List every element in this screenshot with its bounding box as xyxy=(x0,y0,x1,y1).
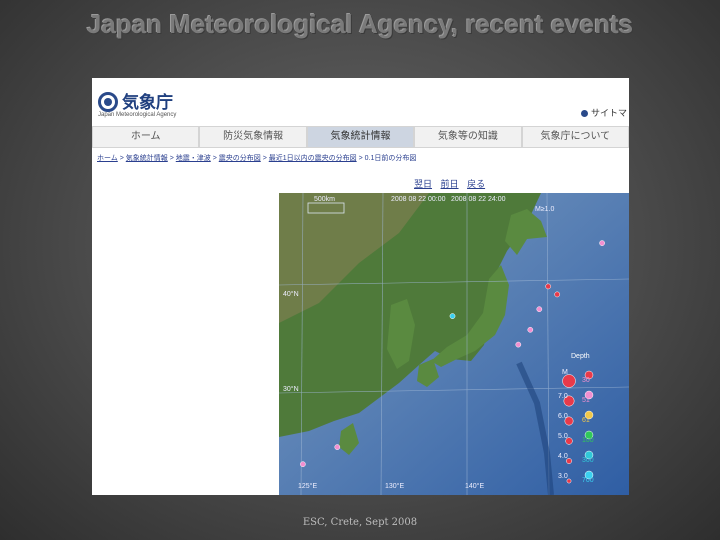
breadcrumb-item[interactable]: 最近1日以内の震央の分布図 xyxy=(269,155,357,162)
nav-tab-disaster-info[interactable]: 防災気象情報 xyxy=(199,126,307,148)
breadcrumb-current: 0.1日前の分布図 xyxy=(364,155,417,162)
main-nav: ホーム 防災気象情報 気象統計情報 気象等の知識 気象庁について xyxy=(92,126,629,148)
legend-mag-label: 3.0 xyxy=(558,473,568,480)
nav-tab-about[interactable]: 気象庁について xyxy=(521,126,629,148)
slide-title: Japan Meteorological Agency, recent even… xyxy=(86,9,634,39)
lat-label-40: 40°N xyxy=(283,291,299,298)
epicenter-map: 500km 2008 08 22 00:00 2008 08 22 24:00 … xyxy=(279,193,629,495)
lon-label-130: 130°E xyxy=(385,483,405,490)
legend-depth-label: 100 xyxy=(582,437,594,444)
breadcrumb-item[interactable]: 地震・津波 xyxy=(176,155,211,162)
epicenter-marker xyxy=(536,306,543,313)
jma-screenshot: 気象庁 Japan Meteorological Agency サイトマ ホーム… xyxy=(92,78,629,495)
lat-label-30: 30°N xyxy=(283,386,299,393)
legend-depth-label: 700 xyxy=(582,477,594,484)
slide-footer: ESC, Crete, Sept 2008 xyxy=(302,517,418,528)
bullet-icon xyxy=(580,110,588,117)
legend-depth-label: 51 xyxy=(582,397,590,404)
breadcrumb-item[interactable]: 気象統計情報 xyxy=(126,155,168,162)
legend-depth-label: 30 xyxy=(582,377,590,384)
back-link[interactable]: 戻る xyxy=(467,179,485,189)
epicenter-marker xyxy=(449,313,456,319)
lon-label-125: 125°E xyxy=(298,483,318,490)
time-start-label: 2008 08 22 00:00 xyxy=(391,196,446,203)
epicenter-marker xyxy=(300,461,306,468)
epicenter-marker xyxy=(545,283,552,290)
lon-label-140: 140°E xyxy=(465,483,485,490)
time-end-label: 2008 08 22 24:00 xyxy=(451,196,506,203)
breadcrumb-item[interactable]: ホーム xyxy=(97,155,118,162)
legend-title: Depth xyxy=(571,353,590,360)
map-nav: 翌日 前日 戻る xyxy=(414,177,491,190)
map-graphic xyxy=(279,193,629,495)
jma-logo-icon xyxy=(98,92,118,112)
site-map-label: サイトマ xyxy=(590,108,627,118)
epicenter-marker xyxy=(527,326,534,333)
scale-label: 500km xyxy=(314,196,336,203)
jma-name-jp: 気象庁 xyxy=(122,93,173,112)
epicenter-marker xyxy=(554,291,561,298)
legend-mag-label: M xyxy=(562,369,568,376)
legend-depth-label: 300 xyxy=(582,457,594,464)
next-day-link[interactable]: 翌日 xyxy=(414,179,432,189)
legend-mag-label: 4.0 xyxy=(558,453,568,460)
legend-magnitude-symbol xyxy=(562,374,576,388)
nav-tab-statistics[interactable]: 気象統計情報 xyxy=(306,126,415,148)
breadcrumb: ホーム > 気象統計情報 > 地震・津波 > 震央の分布図 > 最近1日以内の震… xyxy=(97,155,417,162)
nav-tab-knowledge[interactable]: 気象等の知識 xyxy=(414,126,522,148)
jma-header: 気象庁 Japan Meteorological Agency サイトマ xyxy=(92,78,629,124)
epicenter-marker xyxy=(334,444,341,450)
legend-mag-label: 7.0 xyxy=(558,393,568,400)
breadcrumb-item[interactable]: 震央の分布図 xyxy=(219,155,261,162)
magnitude-threshold-label: M≥1.0 xyxy=(535,206,555,213)
nav-tab-home[interactable]: ホーム xyxy=(92,126,200,148)
epicenter-marker xyxy=(599,240,605,246)
legend-depth-label: 61 xyxy=(582,417,590,424)
epicenter-marker xyxy=(515,341,522,348)
legend-mag-label: 6.0 xyxy=(558,413,568,420)
prev-day-link[interactable]: 前日 xyxy=(441,179,459,189)
jma-name-en: Japan Meteorological Agency xyxy=(98,112,177,118)
legend-mag-label: 5.0 xyxy=(558,433,568,440)
site-map-link[interactable]: サイトマ xyxy=(580,106,627,119)
